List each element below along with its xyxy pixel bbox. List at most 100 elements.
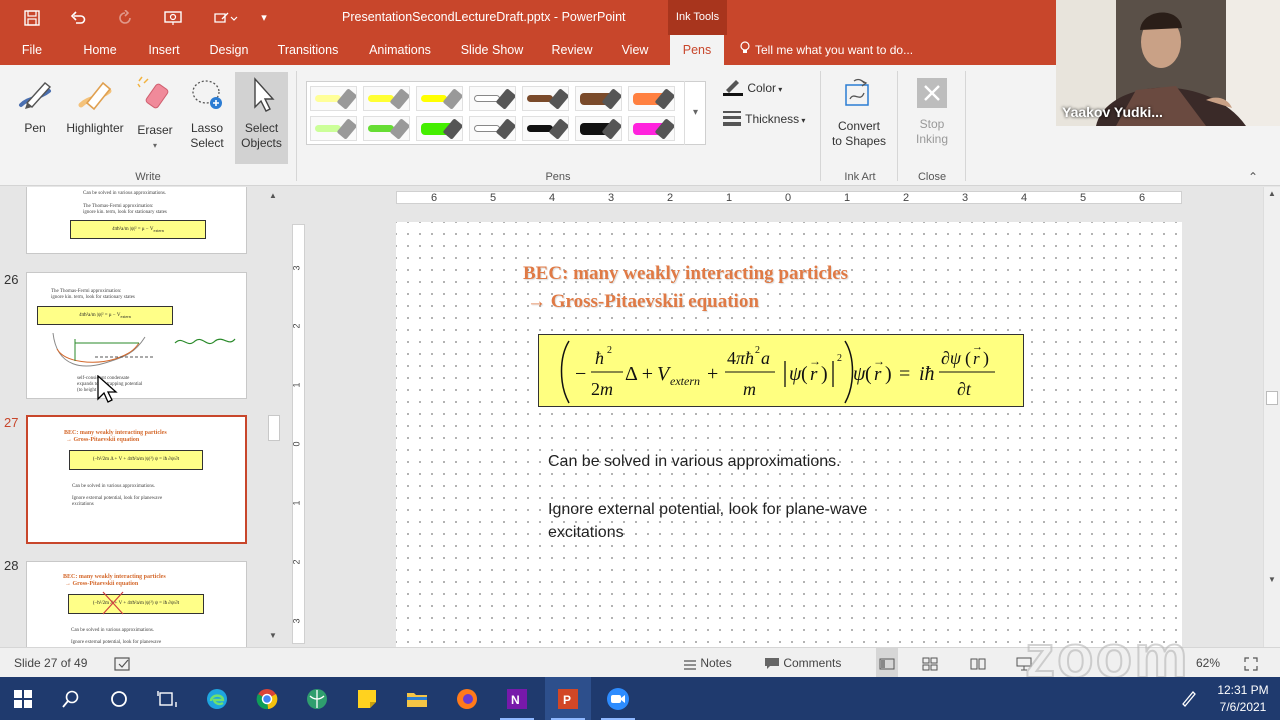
pen-tip-icon [601, 88, 621, 110]
system-clock[interactable]: 12:31 PM 7/6/2021 [1208, 682, 1278, 716]
slide-thumbnail[interactable]: Can be solved in various approximations.… [26, 187, 247, 254]
undo-icon[interactable] [62, 0, 94, 35]
ink-art-group-label: Ink Art [844, 171, 876, 183]
lasso-select-button[interactable]: Lasso Select [184, 77, 230, 151]
highlighter-button[interactable]: Highlighter [62, 77, 128, 136]
color-button[interactable]: Color ▾ [722, 78, 812, 100]
slide-counter: Slide 27 of 49 [14, 656, 88, 670]
slide-body-text-2[interactable]: Ignore external potential, look for plan… [548, 498, 867, 544]
tab-view[interactable]: View [614, 35, 656, 65]
select-objects-button[interactable]: Select Objects [235, 72, 288, 164]
slide-title-line-2: → Gross-Pitaevskii equation [527, 291, 759, 312]
scroll-down-icon[interactable]: ▼ [1268, 575, 1276, 584]
customize-icon[interactable]: ▾ [250, 0, 278, 35]
normal-view-icon[interactable] [876, 648, 898, 678]
fit-to-window-icon[interactable] [1244, 648, 1258, 678]
pen-button[interactable]: Pen [12, 77, 58, 136]
slide-thumbnail[interactable]: BEC: many weakly interacting particles →… [26, 561, 247, 647]
pen-swatch[interactable] [363, 86, 410, 111]
cursor-arrow-icon [235, 77, 288, 117]
search-icon[interactable] [48, 677, 94, 720]
pens-gallery[interactable] [306, 81, 706, 145]
pen-color-icon [722, 78, 744, 100]
slide-sorter-icon[interactable] [922, 648, 938, 678]
editor-scrollbar[interactable]: ▲ ▼ [1263, 187, 1280, 647]
redo-icon[interactable] [109, 0, 141, 35]
comments-button[interactable]: Comments [764, 648, 841, 678]
tab-transitions[interactable]: Transitions [273, 35, 343, 65]
gallery-more-icon[interactable]: ▾ [684, 81, 706, 145]
touch-mode-icon[interactable] [206, 0, 244, 35]
presentation-from-start-icon[interactable] [157, 0, 189, 35]
tab-design[interactable]: Design [203, 35, 255, 65]
highlighter-label: Highlighter [66, 121, 124, 135]
slide-body-text-1[interactable]: Can be solved in various approximations. [548, 450, 841, 473]
spelling-check-icon[interactable] [114, 648, 132, 678]
zoom-level[interactable]: 62% [1196, 648, 1220, 678]
file-explorer-icon[interactable] [394, 677, 440, 720]
vertical-ruler: 3 2 1 0 1 2 3 [292, 224, 305, 644]
tab-slide-show[interactable]: Slide Show [456, 35, 528, 65]
tab-pens[interactable]: Pens [670, 35, 724, 65]
save-icon[interactable] [16, 0, 48, 35]
pen-swatch[interactable] [575, 86, 622, 111]
edge-icon[interactable] [194, 677, 240, 720]
pen-swatch[interactable] [522, 86, 569, 111]
chrome-icon[interactable] [244, 677, 290, 720]
app-icon[interactable] [294, 677, 340, 720]
slide-thumbnail-selected[interactable]: BEC: many weakly interacting particles →… [26, 415, 247, 544]
slide-title[interactable]: BEC: many weakly interacting particles →… [523, 260, 848, 316]
svg-text:m: m [743, 379, 756, 399]
thickness-button[interactable]: Thickness ▾ [722, 110, 818, 130]
stop-inking-button[interactable]: Stop Inking [905, 77, 959, 147]
current-slide[interactable]: BEC: many weakly interacting particles →… [396, 222, 1182, 647]
pen-swatch[interactable] [310, 116, 357, 141]
tab-review[interactable]: Review [546, 35, 598, 65]
scroll-down-icon[interactable]: ▼ [269, 631, 277, 640]
zoom-icon[interactable] [595, 677, 641, 720]
tell-me-text: Tell me what you want to do... [755, 43, 914, 57]
slide-thumbnail[interactable]: The Thomas-Fermi approximation: ignore k… [26, 272, 247, 399]
tell-me-search[interactable]: Tell me what you want to do... [740, 35, 913, 65]
cortana-icon[interactable] [96, 677, 142, 720]
powerpoint-icon[interactable]: P [545, 677, 591, 720]
tab-file[interactable]: File [10, 35, 54, 65]
slide-thumbnails-pane[interactable]: Can be solved in various approximations.… [0, 187, 283, 647]
lasso-label-1: Lasso [190, 121, 224, 135]
tab-home[interactable]: Home [76, 35, 124, 65]
eraser-button[interactable]: Eraser ▾ [134, 75, 176, 153]
scroll-up-icon[interactable]: ▲ [1268, 189, 1276, 198]
convert-to-shapes-button[interactable]: Convert to Shapes [828, 77, 890, 149]
pen-swatch[interactable] [575, 116, 622, 141]
sticky-notes-icon[interactable] [344, 677, 390, 720]
notes-button[interactable]: Notes [683, 648, 732, 678]
notes-icon [683, 656, 700, 670]
tab-animations[interactable]: Animations [362, 35, 438, 65]
pen-swatch[interactable] [363, 116, 410, 141]
gross-pitaevskii-equation[interactable]: − ħ2 2m Δ + Vextern + 4πħ 2 a m ψ(r →) 2 ψ(… [538, 334, 1024, 407]
scrollbar-thumb[interactable] [1266, 391, 1278, 405]
reading-view-icon[interactable] [970, 648, 986, 678]
onenote-icon[interactable]: N [494, 677, 540, 720]
pen-workspace-icon[interactable] [1180, 689, 1198, 710]
firefox-icon[interactable] [444, 677, 490, 720]
pen-swatch[interactable] [310, 86, 357, 111]
pen-swatch[interactable] [416, 116, 463, 141]
scrollbar-thumb[interactable] [268, 415, 280, 441]
tab-insert[interactable]: Insert [141, 35, 187, 65]
pen-swatch[interactable] [469, 86, 516, 111]
pen-swatch[interactable] [522, 116, 569, 141]
eraser-dropdown-icon[interactable]: ▾ [134, 138, 176, 153]
pen-swatch[interactable] [469, 116, 516, 141]
collapse-ribbon-icon[interactable]: ⌃ [1248, 170, 1258, 184]
windows-start-icon[interactable] [0, 677, 46, 720]
svg-text:−: − [575, 363, 586, 385]
pen-swatch[interactable] [628, 86, 675, 111]
scroll-up-icon[interactable]: ▲ [269, 191, 277, 200]
task-view-icon[interactable] [144, 677, 190, 720]
pen-tip-icon [601, 118, 621, 140]
pen-swatch[interactable] [416, 86, 463, 111]
pen-swatch[interactable] [628, 116, 675, 141]
thumbnails-scrollbar[interactable]: ▲ ▼ [266, 187, 282, 647]
mouse-cursor-icon [97, 375, 118, 403]
